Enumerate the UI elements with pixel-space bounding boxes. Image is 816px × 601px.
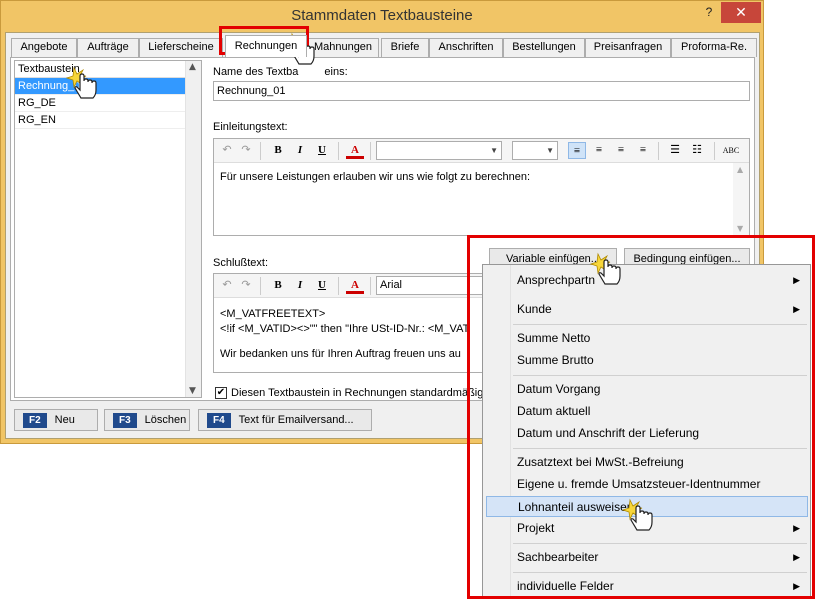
name-label: Name des Textba eins: <box>213 66 348 78</box>
scroll-up-icon[interactable]: ▲ <box>737 165 743 174</box>
window-title: Stammdaten Textbausteine <box>291 7 473 24</box>
font-color-icon[interactable]: A <box>346 277 364 294</box>
email-text-button-label: Text für Emailversand... <box>238 414 354 426</box>
hand-cursor-icon <box>66 66 97 99</box>
tab-bestellungen[interactable]: Bestellungen <box>503 38 585 57</box>
closing-label: Schlußtext: <box>213 257 269 269</box>
annotation-menu-highlight <box>467 235 815 599</box>
chevron-down-icon: ▼ <box>546 146 554 155</box>
new-button[interactable]: F2 Neu <box>14 409 98 431</box>
tab-preisanfragen[interactable]: Preisanfragen <box>585 38 671 57</box>
hand-cursor-icon <box>622 498 653 531</box>
f4-key-badge: F4 <box>207 413 231 428</box>
bold-icon[interactable]: B <box>270 277 286 294</box>
redo-icon[interactable]: ↷ <box>238 142 254 159</box>
default-checkbox[interactable]: ✔ <box>215 387 227 399</box>
undo-icon[interactable]: ↶ <box>219 277 235 294</box>
tab-anschriften[interactable]: Anschriften <box>429 38 503 57</box>
close-button[interactable]: ✕ <box>721 2 761 23</box>
align-right-icon[interactable]: ≡ <box>612 142 630 159</box>
intro-editor[interactable]: ↶ ↷ B I U A ▼ ▼ ≡ ≡ ≡ ≡ ☰ ☷ ABC Für unse… <box>213 138 750 236</box>
underline-icon[interactable]: U <box>314 277 330 294</box>
hand-cursor-icon <box>590 252 621 285</box>
new-button-label: Neu <box>54 414 75 426</box>
tab-lieferscheine[interactable]: Lieferscheine <box>139 38 223 57</box>
tab-angebote[interactable]: Angebote <box>11 38 77 57</box>
align-center-icon[interactable]: ≡ <box>590 142 608 159</box>
default-checkbox-label: Diesen Textbaustein in Rechnungen standa… <box>231 387 499 399</box>
numbered-list-icon[interactable]: ☷ <box>688 142 706 159</box>
redo-icon[interactable]: ↷ <box>238 277 254 294</box>
italic-icon[interactable]: I <box>292 142 308 159</box>
list-scrollbar[interactable]: ▲ ▼ <box>185 61 201 397</box>
intro-toolbar: ↶ ↷ B I U A ▼ ▼ ≡ ≡ ≡ ≡ ☰ ☷ ABC <box>214 139 749 163</box>
intro-text: Für unsere Leistungen erlauben wir uns w… <box>220 171 531 183</box>
f3-key-badge: F3 <box>113 413 137 428</box>
underline-icon[interactable]: U <box>314 142 330 159</box>
list-header: Textbaustein <box>15 61 201 78</box>
textbaustein-list[interactable]: Textbaustein Rechnung_0 RG_DE RG_EN ▲ ▼ <box>14 60 202 398</box>
font-family-select[interactable]: ▼ <box>376 141 502 160</box>
scroll-up-icon[interactable]: ▲ <box>189 62 196 72</box>
font-size-select[interactable]: ▼ <box>512 141 558 160</box>
scroll-down-icon[interactable]: ▼ <box>737 224 743 233</box>
delete-button-label: Löschen <box>144 414 187 426</box>
tab-rechnungen[interactable]: Rechnungen <box>225 35 307 57</box>
closing-line-4: Wir bedanken uns für Ihren Auftrag freue… <box>220 348 461 360</box>
f2-key-badge: F2 <box>23 413 47 428</box>
delete-button[interactable]: F3 Löschen <box>104 409 190 431</box>
bold-icon[interactable]: B <box>270 142 286 159</box>
spellcheck-icon[interactable]: ABC <box>720 142 742 159</box>
intro-label: Einleitungstext: <box>213 121 288 133</box>
undo-icon[interactable]: ↶ <box>219 142 235 159</box>
tab-proforma[interactable]: Proforma-Re. <box>671 38 757 57</box>
tab-auftraege[interactable]: Aufträge <box>77 38 139 57</box>
title-bar[interactable]: Stammdaten Textbausteine ? ✕ <box>1 1 763 31</box>
align-left-icon[interactable]: ≡ <box>568 142 586 159</box>
email-text-button[interactable]: F4 Text für Emailversand... <box>198 409 372 431</box>
font-color-icon[interactable]: A <box>346 142 364 159</box>
intro-scrollbar[interactable]: ▲ ▼ <box>733 163 749 235</box>
chevron-down-icon: ▼ <box>490 146 498 155</box>
name-input[interactable]: Rechnung_01 <box>213 81 750 101</box>
bullet-list-icon[interactable]: ☰ <box>666 142 684 159</box>
list-item-rg-en[interactable]: RG_EN <box>15 112 185 129</box>
italic-icon[interactable]: I <box>292 277 308 294</box>
closing-line-1: <M_VATFREETEXT> <box>220 308 326 320</box>
closing-toolbar: ↶ ↷ B I U A Arial <box>214 274 502 298</box>
closing-line-2: <!if <M_VATID><>"" then "Ihre USt-ID-Nr.… <box>220 323 470 335</box>
align-justify-icon[interactable]: ≡ <box>634 142 652 159</box>
closing-editor[interactable]: ↶ ↷ B I U A Arial <M_VATFREETEXT> <!if <… <box>213 273 503 373</box>
tab-briefe[interactable]: Briefe <box>381 38 429 57</box>
help-icon[interactable]: ? <box>701 5 717 21</box>
scroll-down-icon[interactable]: ▼ <box>189 386 196 396</box>
